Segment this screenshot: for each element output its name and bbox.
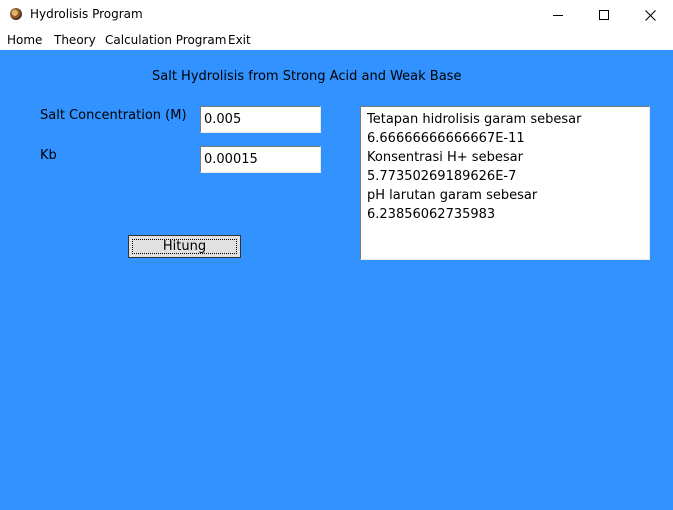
close-icon <box>644 9 656 21</box>
focus-rectangle <box>132 239 237 254</box>
output-line: Konsentrasi H+ sebesar <box>367 150 523 165</box>
menu-calculation-program[interactable]: Calculation Program <box>105 33 226 47</box>
maximize-button[interactable] <box>581 0 627 30</box>
output-line: pH larutan garam sebesar <box>367 188 538 203</box>
minimize-icon <box>553 14 563 16</box>
kb-label: Kb <box>40 148 57 163</box>
form-client-area: Salt Hydrolisis from Strong Acid and Wea… <box>0 50 673 510</box>
output-line: 6.66666666666667E-11 <box>367 131 525 146</box>
window-title: Hydrolisis Program <box>30 7 143 21</box>
result-output-box[interactable]: Tetapan hidrolisis garam sebesar 6.66666… <box>360 106 650 260</box>
app-icon <box>10 8 22 20</box>
close-button[interactable] <box>627 0 673 30</box>
hitung-button[interactable]: Hitung <box>128 235 241 258</box>
output-line: 5.77350269189626E-7 <box>367 169 517 184</box>
menu-exit[interactable]: Exit <box>228 33 251 47</box>
kb-input[interactable]: 0.00015 <box>200 146 321 173</box>
form-heading: Salt Hydrolisis from Strong Acid and Wea… <box>152 69 462 84</box>
salt-concentration-label: Salt Concentration (M) <box>40 108 187 123</box>
title-bar: Hydrolisis Program <box>0 0 673 30</box>
menu-bar: Home Theory Calculation Program Exit <box>0 30 673 50</box>
maximize-icon <box>599 10 609 20</box>
menu-home[interactable]: Home <box>7 33 42 47</box>
menu-theory[interactable]: Theory <box>54 33 96 47</box>
salt-concentration-input[interactable]: 0.005 <box>200 106 321 133</box>
minimize-button[interactable] <box>535 0 581 30</box>
output-line: Tetapan hidrolisis garam sebesar <box>367 112 582 127</box>
output-line: 6.23856062735983 <box>367 207 496 222</box>
